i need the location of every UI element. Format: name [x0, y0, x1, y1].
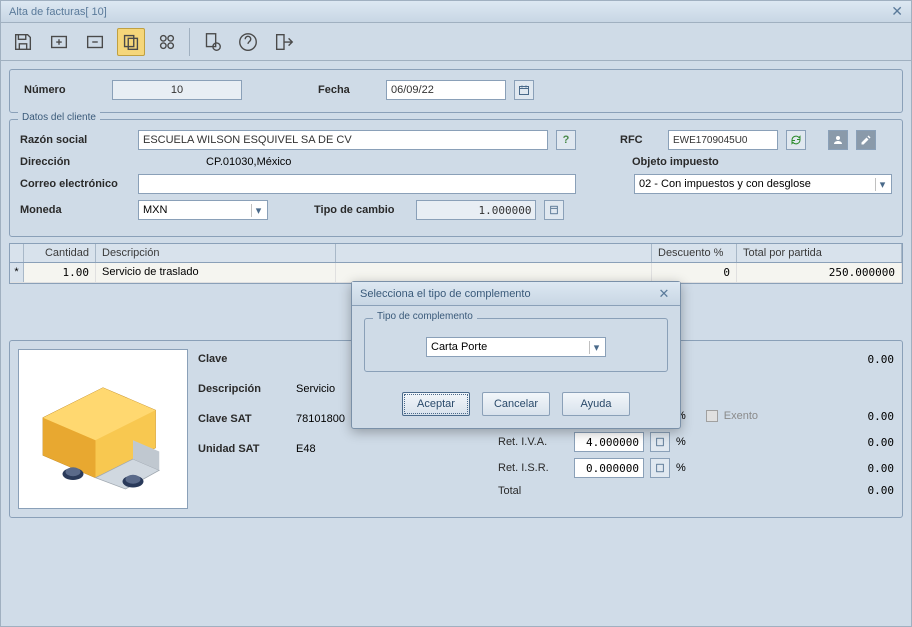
dialog-titlebar: Selecciona el tipo de complemento ✕	[352, 282, 680, 306]
complemento-dialog: Selecciona el tipo de complemento ✕ Tipo…	[351, 281, 681, 429]
ret-isr-calc-button[interactable]	[650, 458, 670, 478]
razon-field[interactable]: ESCUELA WILSON ESQUIVEL SA DE CV	[138, 130, 548, 150]
ret-iva-amount: 0.00	[834, 436, 894, 449]
fecha-label: Fecha	[318, 84, 378, 96]
ret-isr-field[interactable]: 0.000000	[574, 458, 644, 478]
moneda-label: Moneda	[20, 204, 130, 216]
col-descripcion[interactable]: Descripción	[96, 244, 336, 262]
rfc-edit-button[interactable]	[856, 130, 876, 150]
main-window: Alta de facturas[ 10] ✕ Número 10 Fecha …	[0, 0, 912, 627]
dialog-title: Selecciona el tipo de complemento	[360, 288, 656, 300]
razon-label: Razón social	[20, 134, 130, 146]
row-marker: *	[10, 263, 24, 282]
complemento-legend: Tipo de complemento	[373, 311, 477, 322]
tipo-cambio-field: 1.000000	[416, 200, 536, 220]
chevron-down-icon: ▾	[875, 178, 889, 191]
toolbar-divider	[189, 28, 190, 56]
moneda-select[interactable]: MXN ▾	[138, 200, 268, 220]
total-amount: 0.00	[834, 484, 894, 497]
product-image	[18, 349, 188, 509]
table-row[interactable]: * 1.00 Servicio de traslado 0 250.000000	[10, 263, 902, 283]
unidad-sat-label: Unidad SAT	[198, 443, 288, 455]
unidad-sat-value: E48	[296, 443, 316, 455]
cliente-panel: Datos del cliente Razón social ESCUELA W…	[9, 119, 903, 237]
save-button[interactable]	[9, 28, 37, 56]
grid-rowmark-header	[10, 244, 24, 262]
window-close-button[interactable]: ✕	[891, 3, 903, 20]
clave-sat-label: Clave SAT	[198, 413, 288, 425]
fecha-field[interactable]: 06/09/22	[386, 80, 506, 100]
col-cantidad[interactable]: Cantidad	[24, 244, 96, 262]
grid-button[interactable]	[153, 28, 181, 56]
total-label: Total	[498, 485, 568, 497]
chevron-down-icon: ▾	[589, 341, 603, 354]
aceptar-button[interactable]: Aceptar	[402, 392, 470, 416]
config-button[interactable]	[198, 28, 226, 56]
ret-isr-label: Ret. I.S.R.	[498, 462, 568, 474]
objeto-select[interactable]: 02 - Con impuestos y con desglose ▾	[634, 174, 892, 194]
rfc-refresh-button[interactable]	[786, 130, 806, 150]
razon-help-button[interactable]: ?	[556, 130, 576, 150]
dialog-close-button[interactable]: ✕	[656, 286, 672, 302]
top-amount: 0.00	[834, 353, 894, 366]
numero-field: 10	[112, 80, 242, 100]
grid-header: Cantidad Descripción Descuento % Total p…	[10, 244, 902, 263]
complemento-fieldset: Tipo de complemento Carta Porte ▾	[364, 318, 668, 372]
iva-amount: 0.00	[834, 410, 894, 423]
col-descuento[interactable]: Descuento %	[652, 244, 737, 262]
correo-field[interactable]	[138, 174, 576, 194]
exento-label: Exento	[724, 410, 758, 422]
tipo-cambio-label: Tipo de cambio	[314, 204, 394, 216]
toolbar	[1, 23, 911, 61]
ret-iva-calc-button[interactable]	[650, 432, 670, 452]
ayuda-button[interactable]: Ayuda	[562, 392, 630, 416]
descripcion-label: Descripción	[198, 383, 288, 395]
numero-label: Número	[24, 84, 104, 96]
rfc-user-button[interactable]	[828, 130, 848, 150]
clave-label: Clave	[198, 353, 288, 365]
exento-checkbox[interactable]	[706, 410, 718, 422]
ret-iva-label: Ret. I.V.A.	[498, 436, 568, 448]
cliente-legend: Datos del cliente	[18, 112, 100, 123]
complemento-select[interactable]: Carta Porte ▾	[426, 337, 606, 357]
ret-isr-amount: 0.00	[834, 462, 894, 475]
ret-iva-field[interactable]: 4.000000	[574, 432, 644, 452]
direccion-value: CP.01030,México	[206, 156, 291, 168]
window-title: Alta de facturas[ 10]	[9, 6, 891, 18]
titlebar: Alta de facturas[ 10] ✕	[1, 1, 911, 23]
chevron-down-icon: ▾	[251, 204, 265, 217]
fecha-calendar-button[interactable]	[514, 80, 534, 100]
help-button[interactable]	[234, 28, 262, 56]
exit-button[interactable]	[270, 28, 298, 56]
rfc-field[interactable]: EWE1709045U0	[668, 130, 778, 150]
objeto-label: Objeto impuesto	[632, 156, 719, 168]
direccion-label: Dirección	[20, 156, 130, 168]
col-spacer	[336, 244, 652, 262]
cancelar-button[interactable]: Cancelar	[482, 392, 550, 416]
items-grid: Cantidad Descripción Descuento % Total p…	[9, 243, 903, 284]
new-button[interactable]	[45, 28, 73, 56]
copy-button[interactable]	[117, 28, 145, 56]
rfc-label: RFC	[620, 134, 660, 146]
remove-button[interactable]	[81, 28, 109, 56]
col-total[interactable]: Total por partida	[737, 244, 902, 262]
correo-label: Correo electrónico	[20, 178, 130, 190]
header-panel: Número 10 Fecha 06/09/22	[9, 69, 903, 113]
tipo-cambio-calc-button[interactable]	[544, 200, 564, 220]
descripcion-value: Servicio	[296, 383, 335, 395]
clave-sat-value: 78101800	[296, 413, 345, 425]
